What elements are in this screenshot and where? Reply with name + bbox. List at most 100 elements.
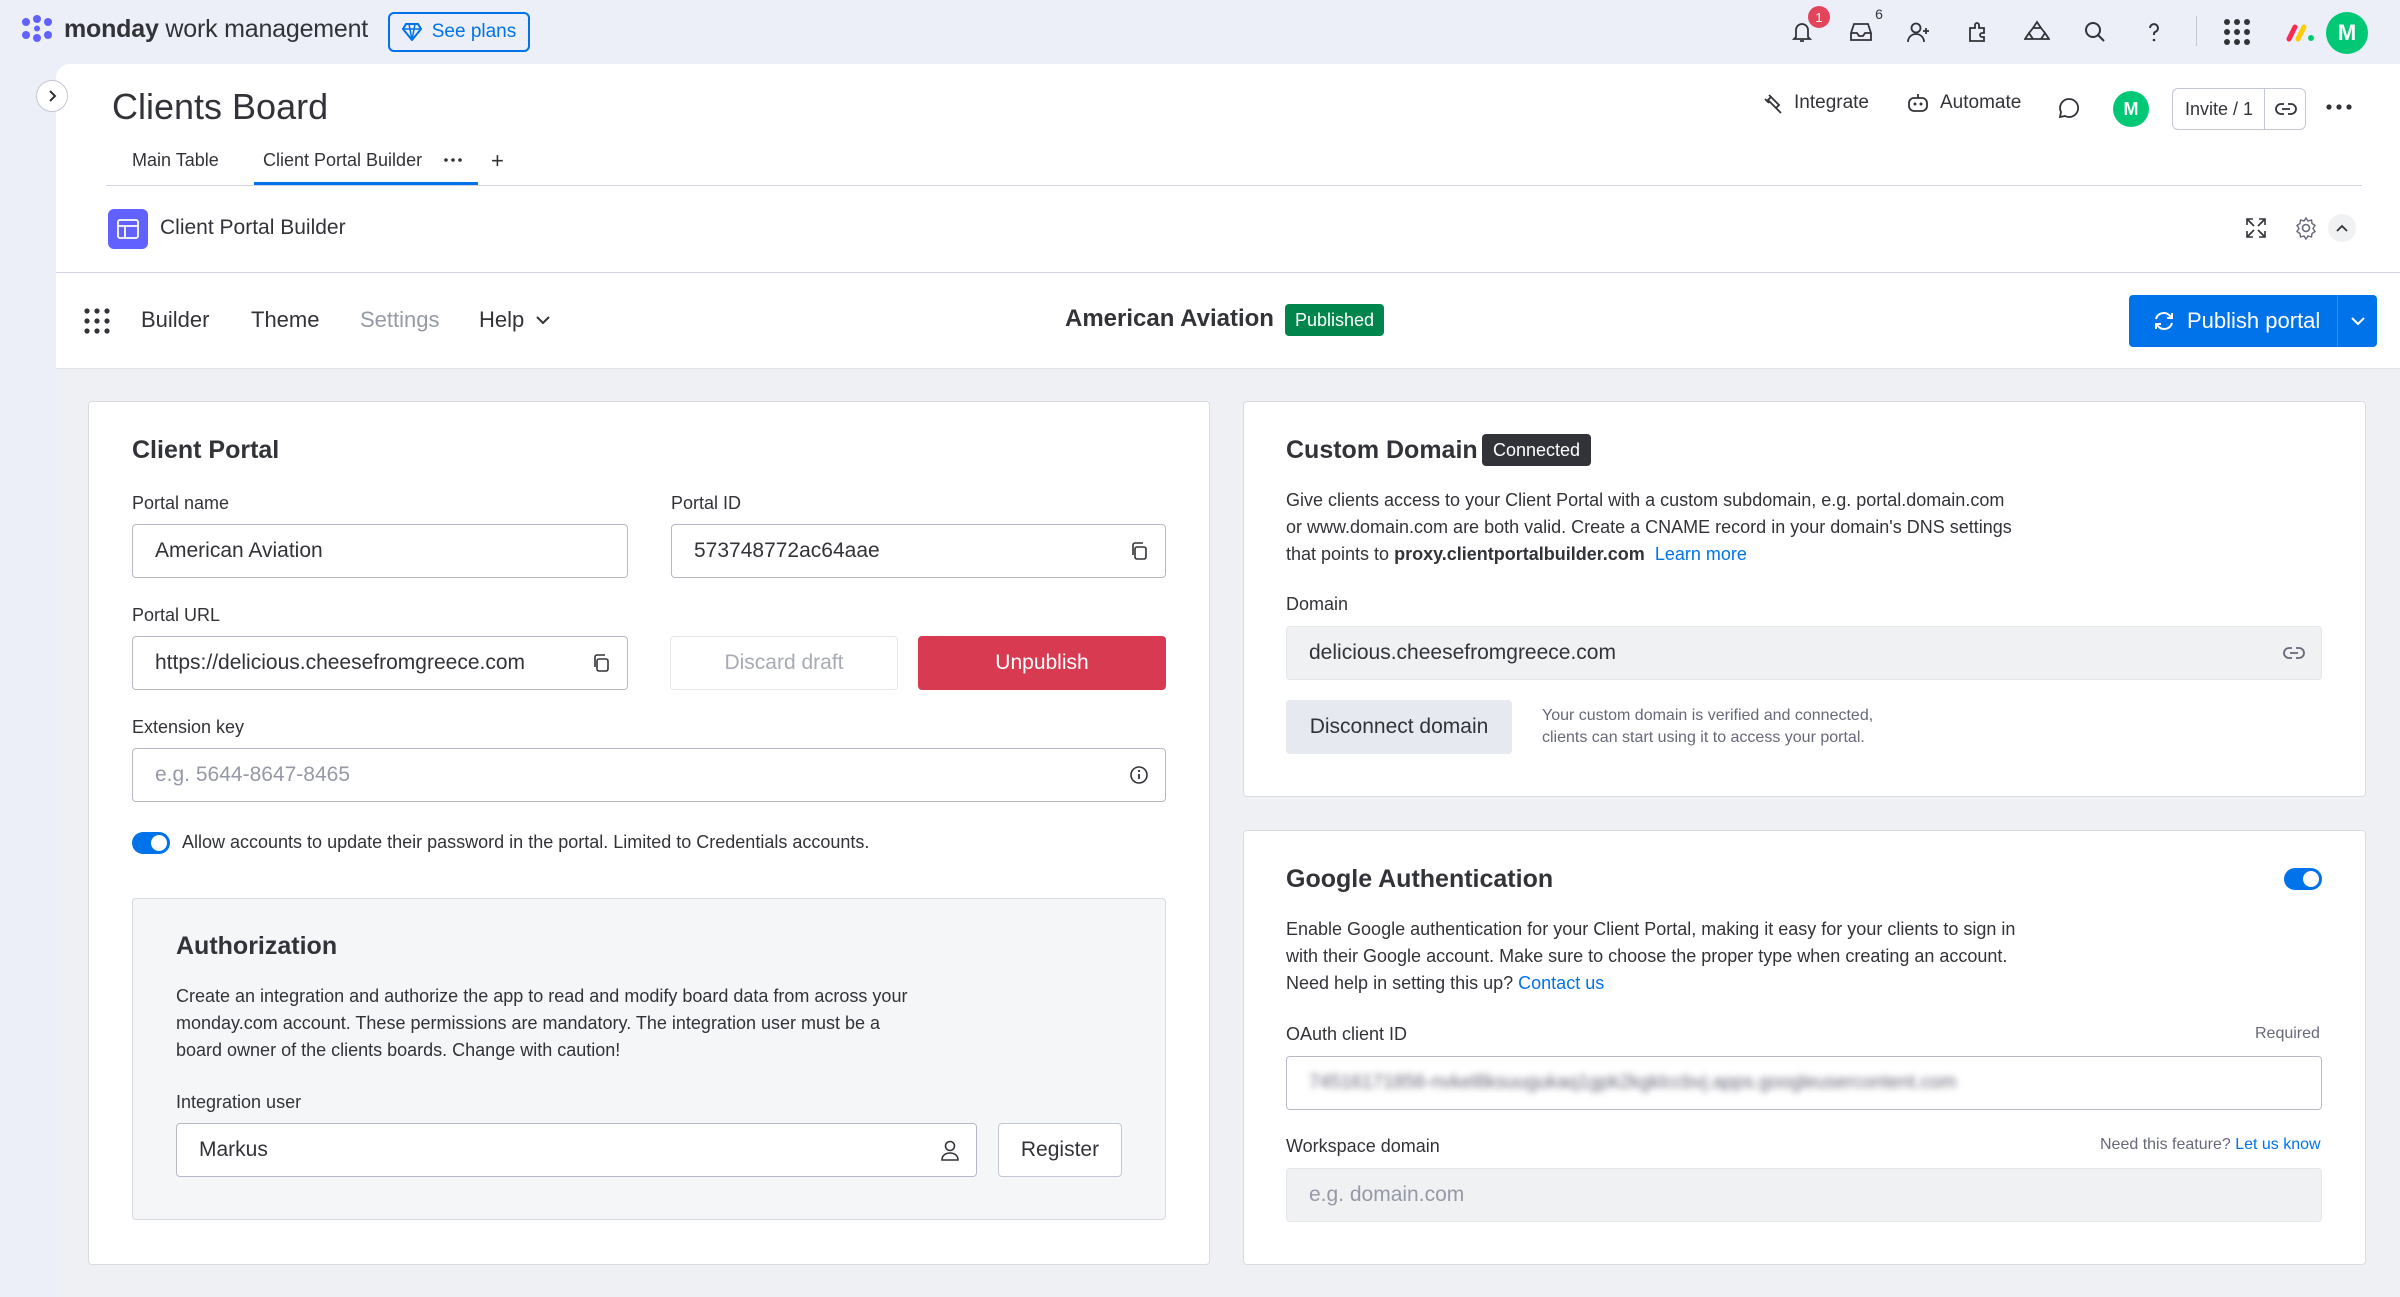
extension-key-label: Extension key	[132, 717, 245, 737]
tab-options-icon[interactable]	[444, 158, 462, 162]
integrate-button[interactable]: Integrate	[1762, 92, 1869, 114]
google-auth-description-line-2: with their Google account. Make sure to …	[1286, 946, 2008, 966]
integrations-hub-icon[interactable]	[2019, 14, 2055, 50]
oauth-client-id-label: OAuth client ID	[1286, 1024, 1408, 1044]
domain-verified-note-line-1: Your custom domain is verified and conne…	[1542, 707, 1874, 724]
inbox-badge: 6	[1875, 6, 1883, 22]
google-auth-toggle[interactable]	[2284, 868, 2322, 890]
google-auth-description-line-3: Need help in setting this up? Contact us	[1286, 973, 1605, 993]
robot-icon	[1908, 94, 1928, 112]
expand-sidebar-button[interactable]	[36, 80, 68, 112]
portal-url-label: Portal URL	[132, 605, 221, 625]
chevron-down-icon	[536, 315, 550, 324]
tab-main-table[interactable]: Main Table	[132, 150, 219, 171]
domain-connected-badge: Connected	[1482, 434, 1592, 466]
notifications-badge: 1	[1808, 6, 1830, 28]
nav-theme[interactable]: Theme	[251, 307, 319, 333]
google-auth-title: Google Authentication	[1286, 865, 1554, 893]
allow-password-update-toggle[interactable]	[132, 832, 170, 854]
brand-name: monday work management	[64, 14, 369, 43]
domain-label: Domain	[1286, 594, 1349, 614]
chevron-down-icon	[2350, 316, 2365, 325]
info-icon[interactable]	[1129, 765, 1149, 785]
link-icon[interactable]	[2275, 102, 2297, 116]
custom-domain-description-line-1: Give clients access to your Client Porta…	[1286, 490, 2005, 510]
apps-puzzle-icon[interactable]	[1960, 14, 1996, 50]
custom-domain-title: Custom Domain	[1286, 436, 1478, 464]
tabs-divider	[106, 185, 2362, 186]
see-plans-button[interactable]: See plans	[388, 12, 530, 52]
authorization-title: Authorization	[176, 932, 338, 960]
publish-options-dropdown[interactable]	[2337, 295, 2377, 347]
monday-logo[interactable]: monday work management	[20, 14, 368, 44]
oauth-client-id-input[interactable]: 745161718​56-nvkel8ksuugukaq1gpk2kgklccb…	[1286, 1056, 2322, 1110]
invite-button[interactable]: Invite / 1	[2172, 88, 2306, 130]
workspace-domain-input[interactable]: e.g. domain.com	[1286, 1168, 2322, 1222]
need-feature-note: Need this feature? Let us know	[2100, 1136, 2321, 1153]
publish-portal-button[interactable]: Publish portal	[2129, 295, 2377, 347]
help-icon[interactable]	[2136, 14, 2172, 50]
app-switcher-grid-icon[interactable]	[2219, 14, 2255, 50]
nav-help-label: Help	[479, 307, 525, 332]
oauth-required-label: Required	[2255, 1025, 2320, 1042]
integration-user-input[interactable]: Markus	[176, 1123, 977, 1177]
workspace-domain-label: Workspace domain	[1286, 1136, 1440, 1156]
invite-label: Invite / 1	[2173, 89, 2265, 129]
copy-icon[interactable]	[591, 653, 611, 673]
nav-settings[interactable]: Settings	[360, 307, 440, 333]
portal-id-label: Portal ID	[671, 493, 742, 513]
link-icon[interactable]	[2283, 646, 2305, 660]
disconnect-domain-button[interactable]: Disconnect domain	[1286, 700, 1512, 754]
tab-client-portal-builder[interactable]: Client Portal Builder	[263, 150, 422, 171]
notifications-bell-icon[interactable]: 1	[1784, 6, 1830, 50]
domain-input[interactable]: delicious.cheesefromgreece.com	[1286, 626, 2322, 680]
authorization-description-line-3: board owner of the clients boards. Chang…	[176, 1040, 621, 1060]
nav-help[interactable]: Help	[479, 307, 550, 333]
custom-domain-description-line-3: that points to proxy.clientportalbuilder…	[1286, 544, 1747, 564]
view-icon	[108, 209, 148, 249]
client-portal-title: Client Portal	[132, 436, 280, 464]
portal-name-heading: American Aviation	[1065, 305, 1274, 332]
portal-menu-grid-icon[interactable]	[84, 308, 110, 334]
add-view-button[interactable]: +	[491, 148, 504, 174]
fullscreen-icon[interactable]	[2244, 216, 2268, 240]
user-avatar[interactable]: M	[2326, 12, 2368, 54]
board-title[interactable]: Clients Board	[112, 86, 328, 128]
automate-button[interactable]: Automate	[1906, 92, 2021, 114]
publish-portal-main[interactable]: Publish portal	[2129, 295, 2337, 347]
collapse-view-button[interactable]	[2328, 214, 2356, 242]
register-button[interactable]: Register	[998, 1123, 1122, 1177]
diamond-icon	[401, 23, 422, 41]
view-settings-gear-icon[interactable]	[2294, 216, 2318, 240]
discard-draft-button[interactable]: Discard draft	[670, 636, 898, 690]
active-tab-indicator	[254, 182, 478, 185]
board-more-options-icon[interactable]	[2326, 104, 2352, 110]
board-member-avatar[interactable]: M	[2113, 91, 2149, 127]
search-icon[interactable]	[2077, 14, 2113, 50]
user-icon	[941, 1140, 959, 1161]
authorization-description-line-2: monday.com account. These permissions ar…	[176, 1013, 881, 1033]
plug-icon	[1764, 94, 1782, 114]
portal-url-input[interactable]: https://delicious.cheesefromgreece.com	[132, 636, 628, 690]
allow-password-update-label: Allow accounts to update their password …	[182, 832, 870, 852]
chevron-up-icon	[2336, 224, 2348, 232]
portal-name-input[interactable]: American Aviation	[132, 524, 628, 578]
unpublish-button[interactable]: Unpublish	[918, 636, 1166, 690]
updates-chat-icon[interactable]	[2057, 96, 2081, 120]
learn-more-link[interactable]: Learn more	[1655, 544, 1747, 564]
extension-key-input[interactable]: e.g. 5644-8647-8465	[132, 748, 1166, 802]
portal-id-input[interactable]: 573748772ac64aae	[671, 524, 1166, 578]
inbox-icon[interactable]: 6	[1843, 6, 1883, 50]
monday-product-icon[interactable]	[2283, 14, 2319, 50]
integration-user-label: Integration user	[176, 1092, 302, 1112]
invite-members-icon[interactable]	[1901, 14, 1937, 50]
contact-us-link[interactable]: Contact us	[1518, 973, 1604, 993]
topbar-divider	[2196, 16, 2197, 46]
published-status-badge: Published	[1285, 304, 1385, 336]
nav-builder[interactable]: Builder	[141, 307, 209, 333]
view-title: Client Portal Builder	[160, 216, 346, 239]
copy-icon[interactable]	[1129, 541, 1149, 561]
let-us-know-link[interactable]: Let us know	[2235, 1136, 2320, 1153]
domain-verified-note-line-2: clients can start using it to access you…	[1542, 729, 1865, 746]
authorization-description-line-1: Create an integration and authorize the …	[176, 986, 908, 1006]
